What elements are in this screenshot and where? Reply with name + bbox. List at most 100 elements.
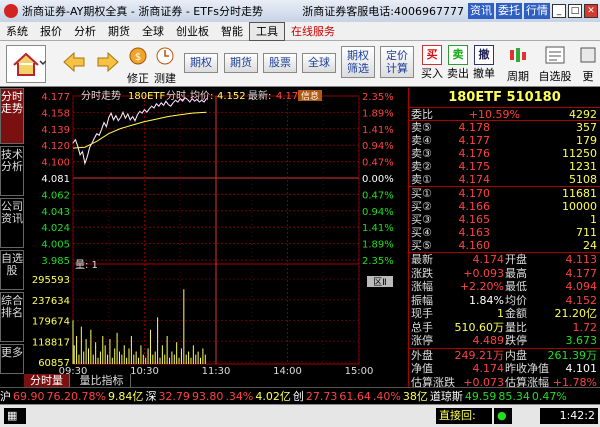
minimize-icon[interactable]: _ [552,4,566,18]
volume-layer [72,289,206,364]
sell-level-3[interactable]: 卖③ 4.176 11250 [409,147,600,160]
buy-button[interactable]: 买 买入 [420,45,444,81]
forward-arrow-icon[interactable] [96,51,120,73]
stat-row: 振幅 1.84% 均价 4.152 [411,293,597,307]
menu-smart[interactable]: 智能 [215,23,249,40]
menu-quotes[interactable]: 报价 [34,23,68,40]
more-button[interactable]: 更 [578,45,598,84]
tab-intraday-volume[interactable]: 分时量 [24,374,70,387]
sell-button[interactable]: 卖 卖出 [446,45,470,81]
stat-row: 净值 4.174 昨收净值 4.101 [411,362,597,375]
status-live: 直接回: [436,408,492,424]
window-title: 浙商证券-AY期权全真 - 浙商证券 - ETFs分时走势 [22,5,264,18]
futures-button[interactable]: 期货 [224,53,258,73]
cancel-order-icon: 撤 [474,45,494,65]
global-button[interactable]: 全球 [302,53,336,73]
clock-icon [156,47,174,65]
options-button[interactable]: 期权 [184,53,218,73]
cancel-order-label: 撤单 [473,67,495,80]
side-tab-ranking[interactable]: 综合排名 [0,292,24,342]
buy-level-1[interactable]: 买① 4.170 11681 [409,187,600,200]
volume-tick-label: 179674 [32,317,70,328]
price-tick-label: 4.081 [41,174,70,185]
price-point [155,103,158,105]
candlestick-icon [510,48,526,62]
menu-system[interactable]: 系统 [0,23,34,40]
price-tick-label: 4.158 [41,108,70,119]
pct-tick-label: 0.00% [362,174,394,185]
side-tab-intraday[interactable]: 分时走势 [0,88,24,144]
menu-tools[interactable]: 工具 [249,21,285,41]
stat-row: 涨停 4.489 跌停 3.673 [411,334,597,347]
price-point [124,117,127,119]
ticker-segment: 85.34 [498,390,530,403]
price-point [201,99,203,101]
menu-gem[interactable]: 创业板 [170,23,215,40]
price-point [86,156,88,158]
buy-level-5[interactable]: 买⑤ 4.160 24 [409,239,600,252]
quote-panel: 180ETF 510180 委比 +10.59% 4292 卖⑤ 4.178 357… [408,88,600,389]
price-layer [72,97,208,166]
info-button-label: 信息 [301,90,319,102]
price-point [81,150,84,153]
price-point [146,111,148,113]
price-point [98,134,100,136]
buy-level-3[interactable]: 买③ 4.165 1 [409,213,600,226]
price-point [186,98,188,101]
maximize-icon[interactable]: □ [568,4,582,18]
price-point [160,102,162,104]
chart-header-tab: 分时走势 [81,89,121,102]
watchlist-button[interactable]: 自选股 [536,45,574,84]
stocks-button[interactable]: 股票 [263,53,297,73]
side-tab-watchlist[interactable]: 自选股 [0,250,24,290]
home-icon[interactable] [6,45,46,83]
quotes-button[interactable]: 行情 [524,3,550,19]
order-button[interactable]: 委托 [496,3,522,19]
test-button[interactable]: 测建 [153,45,177,86]
sell-level-1[interactable]: 卖⑤ 4.178 357 [409,121,600,134]
fix-button[interactable]: $ 修正 [126,45,150,86]
price-point [105,126,107,128]
ticker-segment: .40% [372,390,401,403]
buy-level-2[interactable]: 买② 4.166 10000 [409,200,600,213]
price-point [165,100,167,102]
volume-tick-label: 118817 [32,337,70,348]
tab-volume-ratio[interactable]: 量比指标 [74,374,131,387]
ticker-segment: 76.20.78% [46,390,106,403]
chart-header-last: 4.17 [276,91,298,102]
sell-level-5[interactable]: 卖① 4.174 5108 [409,173,600,186]
price-point [101,128,103,130]
price-point [205,97,208,100]
price-point [143,109,146,111]
chart-header-last-label: 最新: [248,89,271,102]
menu-global[interactable]: 全球 [136,23,170,40]
volume-tick-label: 295593 [32,275,70,286]
watchlist-icon [545,46,565,64]
sell-icon: 卖 [448,45,468,65]
pricing-calc-button[interactable]: 定价 计算 [380,46,414,78]
cancel-order-button[interactable]: 撤 撤单 [472,45,496,81]
intraday-chart[interactable]: 4.177 2.35% 4.158 1.89% 4.139 1.41% 4.120 0.94%… [24,88,408,387]
sell-level-2[interactable]: 卖④ 4.177 179 [409,134,600,147]
menu-online-service[interactable]: 在线服务 [285,23,341,40]
option-filter-button[interactable]: 期权 筛选 [341,46,375,78]
side-tab-technical[interactable]: 技术分析 [0,146,24,196]
sell-level-4[interactable]: 卖② 4.175 1231 [409,160,600,173]
news-button[interactable]: 资讯 [468,3,494,19]
back-arrow-icon[interactable] [62,51,86,73]
stat-row: 外盘 249.21万 内盘 261.39万 [411,348,597,362]
menu-analysis[interactable]: 分析 [68,23,102,40]
stat-row: 总手 510.60万 量比 1.72 [411,320,597,334]
toolbar: $ 修正 测建 期权 期货 股票 全球 期权 筛选 定价 计算 买 买入 卖 卖出 … [0,41,600,87]
close-icon[interactable]: ✕ [584,4,598,18]
side-tab-more[interactable]: 更多 [0,344,24,374]
cycle-button[interactable]: 周期 [504,45,532,84]
menu-futures[interactable]: 期货 [102,23,136,40]
app-logo-icon [4,4,18,18]
side-tab-company-info[interactable]: 公司资讯 [0,198,24,248]
ticker-segment: 49.59 [464,390,497,403]
price-tick-label: 4.005 [41,240,70,251]
buy-level-4[interactable]: 买④ 4.163 711 [409,226,600,239]
price-tick-label: 4.100 [41,158,70,169]
index-ticker[interactable]: 沪 69.90 76.20.78% 9.84亿深 32.79 93.80.34% 4.02亿… [0,387,600,404]
